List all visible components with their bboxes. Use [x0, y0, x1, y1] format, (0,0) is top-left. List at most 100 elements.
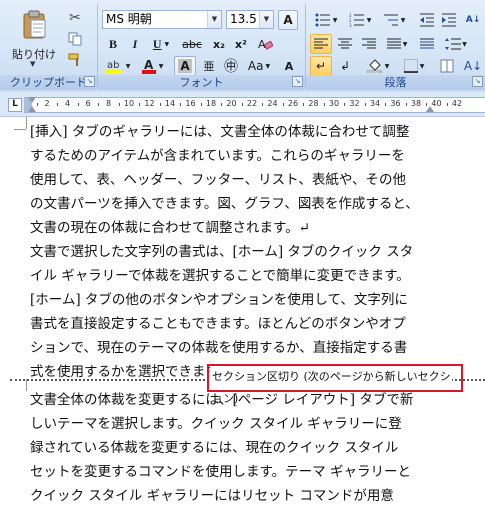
- justify-button[interactable]: ▼: [382, 34, 412, 54]
- cut-button[interactable]: ✂: [64, 8, 86, 28]
- ruler-number: 42: [451, 99, 463, 108]
- font-dialog-launcher-icon[interactable]: ↘: [292, 76, 303, 87]
- copy-button[interactable]: [64, 29, 86, 49]
- ruler-number: 26: [287, 99, 299, 108]
- ruler-tick: [180, 103, 182, 106]
- text-line[interactable]: ションで、現在のテーマの体裁を使用するか、直接指定する書: [30, 336, 419, 360]
- section-2-text[interactable]: 文書全体の体裁を変更するには、[ページ レイアウト] タブで新 しいテーマを選択し…: [30, 388, 413, 508]
- ruler-number: 34: [369, 99, 381, 108]
- grow-font-button[interactable]: [250, 9, 272, 29]
- chevron-down-icon[interactable]: ▼: [126, 63, 131, 70]
- multilevel-list-button[interactable]: ▼: [378, 10, 410, 30]
- font-name-select[interactable]: MS 明朝 ▼: [102, 10, 222, 29]
- bold-button[interactable]: B: [102, 34, 124, 54]
- text-line[interactable]: 録されている体裁を変更するには、現在のクイック スタイル: [30, 436, 413, 460]
- character-shading-button[interactable]: A: [174, 56, 196, 76]
- shading-icon: A: [178, 59, 192, 73]
- chevron-down-icon[interactable]: ▼: [420, 63, 425, 70]
- change-case-aa-button[interactable]: Aa ▼: [244, 56, 274, 76]
- paragraph-dialog-launcher-icon[interactable]: ↘: [472, 76, 483, 87]
- text-line[interactable]: するためのアイテムが含まれています。これらのギャラリーを: [30, 144, 419, 168]
- text-line[interactable]: 使用して、表、ヘッダー、フッター、リスト、表紙や、その他: [30, 168, 419, 192]
- text-line[interactable]: 文書全体の体裁を変更するには、[ページ レイアウト] タブで新: [30, 388, 413, 412]
- chevron-down-icon[interactable]: ▼: [401, 17, 406, 24]
- text-line[interactable]: クイック スタイル ギャラリーにはリセット コマンドが用意: [30, 484, 413, 508]
- paste-button[interactable]: 貼り付け ▼: [12, 8, 56, 68]
- ruler-number: 22: [246, 99, 258, 108]
- strikethrough-button[interactable]: abc: [178, 34, 206, 54]
- first-line-indent-marker[interactable]: [28, 97, 36, 103]
- ruler-number: 18: [205, 99, 217, 108]
- clear-formatting-button[interactable]: A: [254, 34, 276, 54]
- text-line[interactable]: 文書の現在の体裁に合わせて調整されます。↵: [30, 216, 419, 240]
- align-left-button[interactable]: [310, 34, 332, 54]
- phonetic-guide-button[interactable]: 亜: [198, 56, 220, 76]
- chevron-down-icon[interactable]: ▼: [462, 41, 467, 48]
- increase-indent-button[interactable]: [438, 10, 460, 30]
- change-case-button[interactable]: A: [278, 10, 298, 30]
- chevron-down-icon[interactable]: ▼: [333, 17, 338, 24]
- superscript-button[interactable]: x²: [230, 34, 252, 54]
- show-hide-marks-button[interactable]: A↓: [462, 56, 484, 76]
- text-line[interactable]: [挿入] タブのギャラリーには、文書全体の体裁に合わせて調整: [30, 120, 419, 144]
- highlight-color-button[interactable]: ab ▼: [102, 56, 134, 76]
- decrease-indent-button[interactable]: [416, 10, 438, 30]
- text-line[interactable]: イル ギャラリーで体裁を選択することで簡単に変更できます。: [30, 264, 419, 288]
- section-1-text[interactable]: [挿入] タブのギャラリーには、文書全体の体裁に合わせて調整 するためのアイテムが…: [30, 120, 419, 384]
- ruler-number: 30: [328, 99, 340, 108]
- text-line[interactable]: [ホーム] タブの他のボタンやオプションを使用して、文字列に: [30, 288, 419, 312]
- asian-layout-button[interactable]: [436, 56, 458, 76]
- italic-button[interactable]: I: [124, 34, 146, 54]
- chevron-down-icon[interactable]: ▼: [207, 11, 221, 28]
- clipboard-dialog-launcher-icon[interactable]: ↘: [84, 76, 95, 87]
- underline-button[interactable]: U ▼: [146, 34, 176, 54]
- horizontal-ruler[interactable]: 2 4 6 8 10 12 14 16 18 20 22 24 26 28 30 32 34 36 38 40 42: [24, 97, 485, 113]
- text-line[interactable]: 文書で選択した文字列の書式は、[ホーム] タブのクイック スタ: [30, 240, 419, 264]
- chevron-down-icon[interactable]: ▼: [367, 17, 372, 24]
- format-painter-button[interactable]: [64, 50, 86, 70]
- ruler-tick: [385, 103, 387, 106]
- align-center-button[interactable]: [334, 34, 356, 54]
- text-direction-icon: ↵: [315, 59, 327, 73]
- chevron-down-icon[interactable]: ▼: [159, 63, 164, 70]
- ruler-number: 36: [390, 99, 401, 108]
- subscript-button[interactable]: x₂: [208, 34, 230, 54]
- chevron-down-icon[interactable]: ▼: [403, 41, 408, 48]
- text-line[interactable]: セットを変更するコマンドを使用します。テーマ ギャラリーと: [30, 460, 413, 484]
- enclose-characters-button[interactable]: ㊥: [220, 56, 242, 76]
- bullet-list-icon: [315, 13, 330, 27]
- shrink-font-button[interactable]: A: [278, 56, 300, 76]
- tab-selector[interactable]: L: [8, 98, 22, 112]
- increase-indent-icon: [442, 13, 456, 27]
- ruler-tick: [262, 103, 264, 106]
- font-color-button[interactable]: A ▼: [136, 56, 168, 76]
- text-line[interactable]: の文書パーツを挿入できます。図、グラフ、図表を作成すると、: [30, 192, 419, 216]
- sort-button[interactable]: A↓: [462, 10, 484, 30]
- align-left-icon: [314, 38, 328, 49]
- line-spacing-icon: [445, 38, 462, 50]
- text-direction-button[interactable]: ↵: [310, 56, 332, 76]
- text-line[interactable]: しいテーマを選択します。クイック スタイル ギャラリーに登: [30, 412, 413, 436]
- hanging-indent-marker[interactable]: [28, 106, 36, 112]
- chevron-down-icon[interactable]: ▼: [165, 41, 170, 48]
- distributed-button[interactable]: [416, 34, 438, 54]
- chevron-down-icon[interactable]: ▼: [265, 63, 270, 70]
- line-spacing-button[interactable]: ▼: [440, 34, 472, 54]
- ruler-number: 16: [185, 99, 196, 108]
- shading-button[interactable]: ▼: [362, 56, 394, 76]
- text-line[interactable]: 書式を直接設定することもできます。ほとんどのボタンやオプ: [30, 312, 419, 336]
- right-indent-marker[interactable]: [426, 106, 434, 112]
- ruler-number: 38: [410, 99, 422, 108]
- borders-icon: [403, 59, 418, 73]
- borders-button[interactable]: ▼: [398, 56, 430, 76]
- numbering-button[interactable]: 1 2 3 ▼: [344, 10, 376, 30]
- ruler-tick: [98, 103, 100, 106]
- ruler-tick: [241, 103, 243, 106]
- chevron-down-icon[interactable]: ▼: [385, 63, 390, 70]
- svg-text:3: 3: [349, 23, 352, 27]
- align-right-button[interactable]: [358, 34, 380, 54]
- asian-layout-icon: [440, 59, 454, 73]
- document-page[interactable]: [挿入] タブのギャラリーには、文書全体の体裁に合わせて調整 するためのアイテムが…: [0, 117, 485, 510]
- rtl-button[interactable]: ↲: [334, 56, 356, 76]
- bullets-button[interactable]: ▼: [310, 10, 342, 30]
